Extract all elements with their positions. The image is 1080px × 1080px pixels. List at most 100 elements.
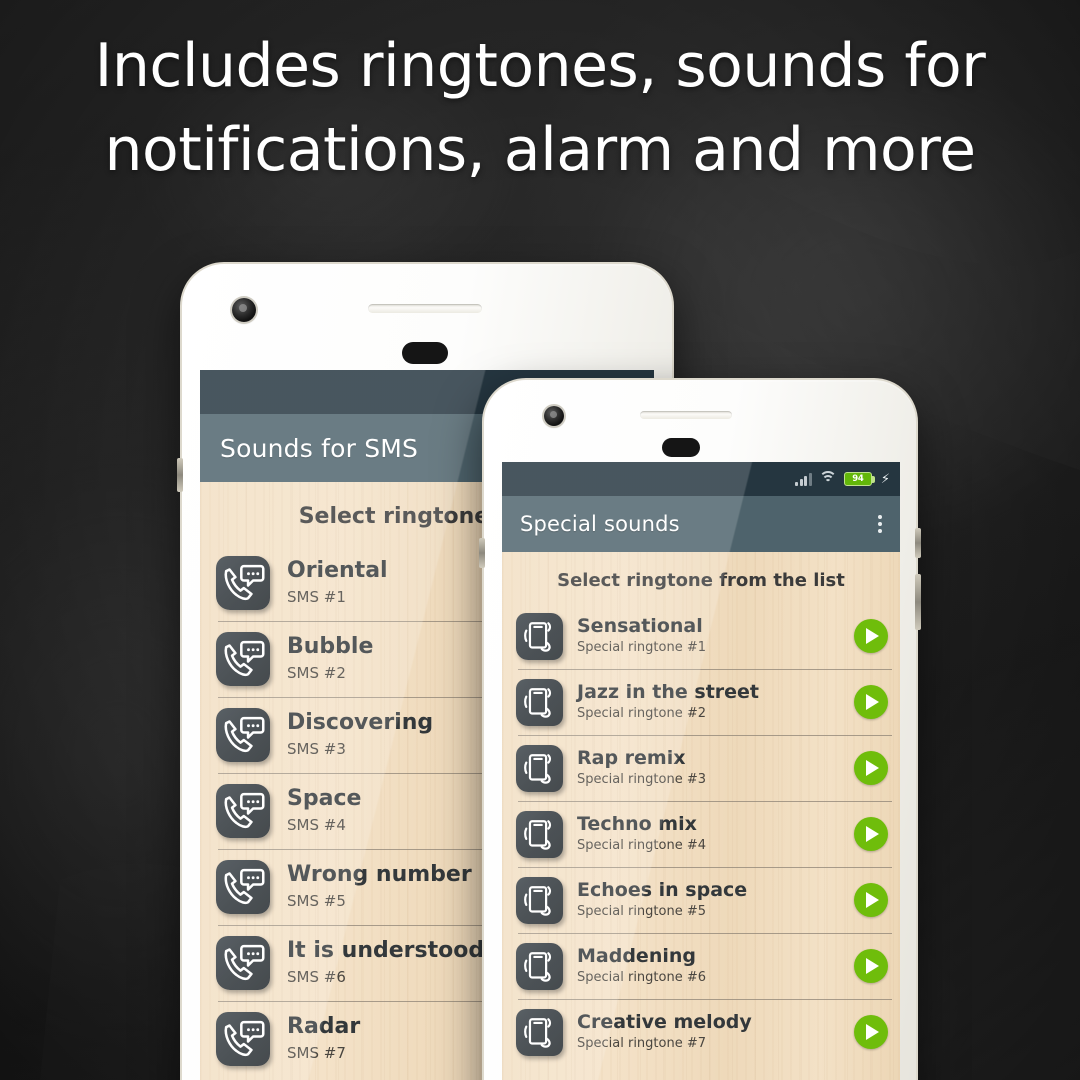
proximity-sensor: [402, 342, 448, 364]
ringtone-title: Bubble: [287, 634, 374, 659]
ringtone-subtitle: Special ringtone #5: [577, 904, 707, 919]
ringtone-title: Rap remix: [577, 747, 686, 769]
vibrating-phone-icon: [516, 612, 563, 660]
ringtone-labels: Discovering SMS #3: [287, 710, 433, 760]
front-camera-icon: [232, 298, 256, 322]
ringtone-subtitle: SMS #7: [287, 1044, 346, 1062]
volume-button[interactable]: [915, 574, 921, 630]
ringtone-list-item[interactable]: Sensational Special ringtone #1: [502, 603, 900, 669]
play-triangle: [866, 1024, 879, 1040]
phone-message-icon: [224, 1020, 265, 1057]
play-triangle: [866, 628, 879, 644]
ringtone-subtitle: Special ringtone #2: [577, 706, 707, 721]
ringtone-list-item[interactable]: Echoes in space Special ringtone #5: [502, 867, 900, 933]
earpiece-speaker: [640, 411, 732, 419]
vibrating-phone-icon: [524, 819, 552, 850]
play-triangle: [866, 892, 879, 908]
overflow-menu-icon[interactable]: [878, 515, 882, 533]
play-icon[interactable]: [854, 817, 888, 851]
phone-message-icon: [224, 944, 265, 981]
ringtone-title: Oriental: [287, 558, 388, 583]
ringtone-list-item[interactable]: Rap remix Special ringtone #3: [502, 735, 900, 801]
proximity-sensor: [662, 438, 700, 457]
ringtone-labels: Sensational Special ringtone #1: [577, 615, 706, 657]
ringtone-list: Sensational Special ringtone #1 Jazz in th…: [502, 603, 900, 1065]
ringtone-subtitle: SMS #3: [287, 740, 346, 758]
vibrating-phone-icon: [516, 744, 563, 792]
phone-message-icon: [216, 556, 270, 610]
vibrating-phone-icon: [524, 885, 552, 916]
phone-message-icon: [224, 564, 265, 601]
cell-signal-icon: [795, 472, 812, 486]
ringtone-subtitle: Special ringtone #6: [577, 970, 707, 985]
ringtone-title: Creative melody: [577, 1011, 752, 1033]
phone-message-icon: [216, 784, 270, 838]
ringtone-labels: Echoes in space Special ringtone #5: [577, 879, 747, 921]
ringtone-title: Discovering: [287, 710, 434, 735]
phone-message-icon: [224, 792, 265, 829]
power-button[interactable]: [915, 528, 921, 558]
ringtone-subtitle: Special ringtone #3: [577, 772, 707, 787]
ringtone-subtitle: SMS #6: [287, 968, 346, 986]
play-icon[interactable]: [854, 949, 888, 983]
play-icon[interactable]: [854, 1015, 888, 1049]
ringtone-title: Jazz in the street: [577, 681, 760, 703]
play-triangle: [866, 760, 879, 776]
headline-line-1: Includes ringtones, sounds for: [94, 31, 986, 101]
vibrating-phone-icon: [516, 942, 563, 990]
ringtone-labels: Techno mix Special ringtone #4: [577, 813, 706, 855]
ringtone-subtitle: Special ringtone #7: [577, 1036, 707, 1051]
phone-mockup-special-sounds: 94 ⚡ Special sounds Select ringtone from…: [479, 378, 921, 1080]
ringtone-list-item[interactable]: Techno mix Special ringtone #4: [502, 801, 900, 867]
ringtone-title: Maddening: [577, 945, 696, 967]
play-triangle: [866, 826, 879, 842]
ringtone-labels: Space SMS #4: [287, 786, 361, 836]
side-button[interactable]: [479, 538, 485, 568]
ringtone-title: Echoes in space: [577, 879, 748, 901]
ringtone-title: Space: [287, 786, 362, 811]
status-bar: 94 ⚡: [502, 462, 900, 496]
wifi-icon: [818, 470, 837, 486]
page-title: Includes ringtones, sounds for notificat…: [0, 24, 1080, 192]
play-triangle: [866, 694, 879, 710]
phone-message-icon: [224, 716, 265, 753]
play-icon[interactable]: [854, 751, 888, 785]
app-bar-title: Sounds for SMS: [220, 433, 419, 463]
ringtone-title: Techno mix: [577, 813, 697, 835]
ringtone-subtitle: SMS #1: [287, 588, 346, 606]
ringtone-labels: Rap remix Special ringtone #3: [577, 747, 706, 789]
vibrating-phone-icon: [524, 621, 552, 652]
vibrating-phone-icon: [524, 1017, 552, 1048]
ringtone-list-container: Select ringtone from the list Sensationa…: [502, 552, 900, 1080]
ringtone-list-item[interactable]: Jazz in the street Special ringtone #2: [502, 669, 900, 735]
ringtone-labels: Wrong number SMS #5: [287, 862, 472, 912]
phone-message-icon: [216, 936, 270, 990]
phone-message-icon: [224, 868, 265, 905]
ringtone-list-item[interactable]: Maddening Special ringtone #6: [502, 933, 900, 999]
ringtone-title: Sensational: [577, 615, 703, 637]
ringtone-labels: Oriental SMS #1: [287, 558, 388, 608]
front-camera-icon: [544, 406, 564, 426]
phone-message-icon: [216, 1012, 270, 1066]
play-icon[interactable]: [854, 685, 888, 719]
battery-indicator: 94: [843, 472, 875, 486]
ringtone-labels: Maddening Special ringtone #6: [577, 945, 706, 987]
ringtone-title: Radar: [287, 1014, 361, 1039]
charging-bolt-icon: ⚡: [880, 471, 890, 487]
ringtone-list-item[interactable]: Creative melody Special ringtone #7: [502, 999, 900, 1065]
volume-button[interactable]: [177, 458, 183, 492]
ringtone-subtitle: SMS #5: [287, 892, 346, 910]
phone-message-icon: [216, 708, 270, 762]
ringtone-labels: Jazz in the street Special ringtone #2: [577, 681, 759, 723]
ringtone-labels: Creative melody Special ringtone #7: [577, 1011, 752, 1053]
play-icon[interactable]: [854, 883, 888, 917]
play-icon[interactable]: [854, 619, 888, 653]
ringtone-subtitle: Special ringtone #4: [577, 838, 707, 853]
vibrating-phone-icon: [516, 810, 563, 858]
ringtone-labels: Bubble SMS #2: [287, 634, 373, 684]
phone-screen: 94 ⚡ Special sounds Select ringtone from…: [502, 462, 900, 1080]
ringtone-subtitle: Special ringtone #1: [577, 640, 707, 655]
headline-line-2: notifications, alarm and more: [104, 115, 976, 185]
ringtone-subtitle: SMS #4: [287, 816, 346, 834]
vibrating-phone-icon: [516, 678, 563, 726]
